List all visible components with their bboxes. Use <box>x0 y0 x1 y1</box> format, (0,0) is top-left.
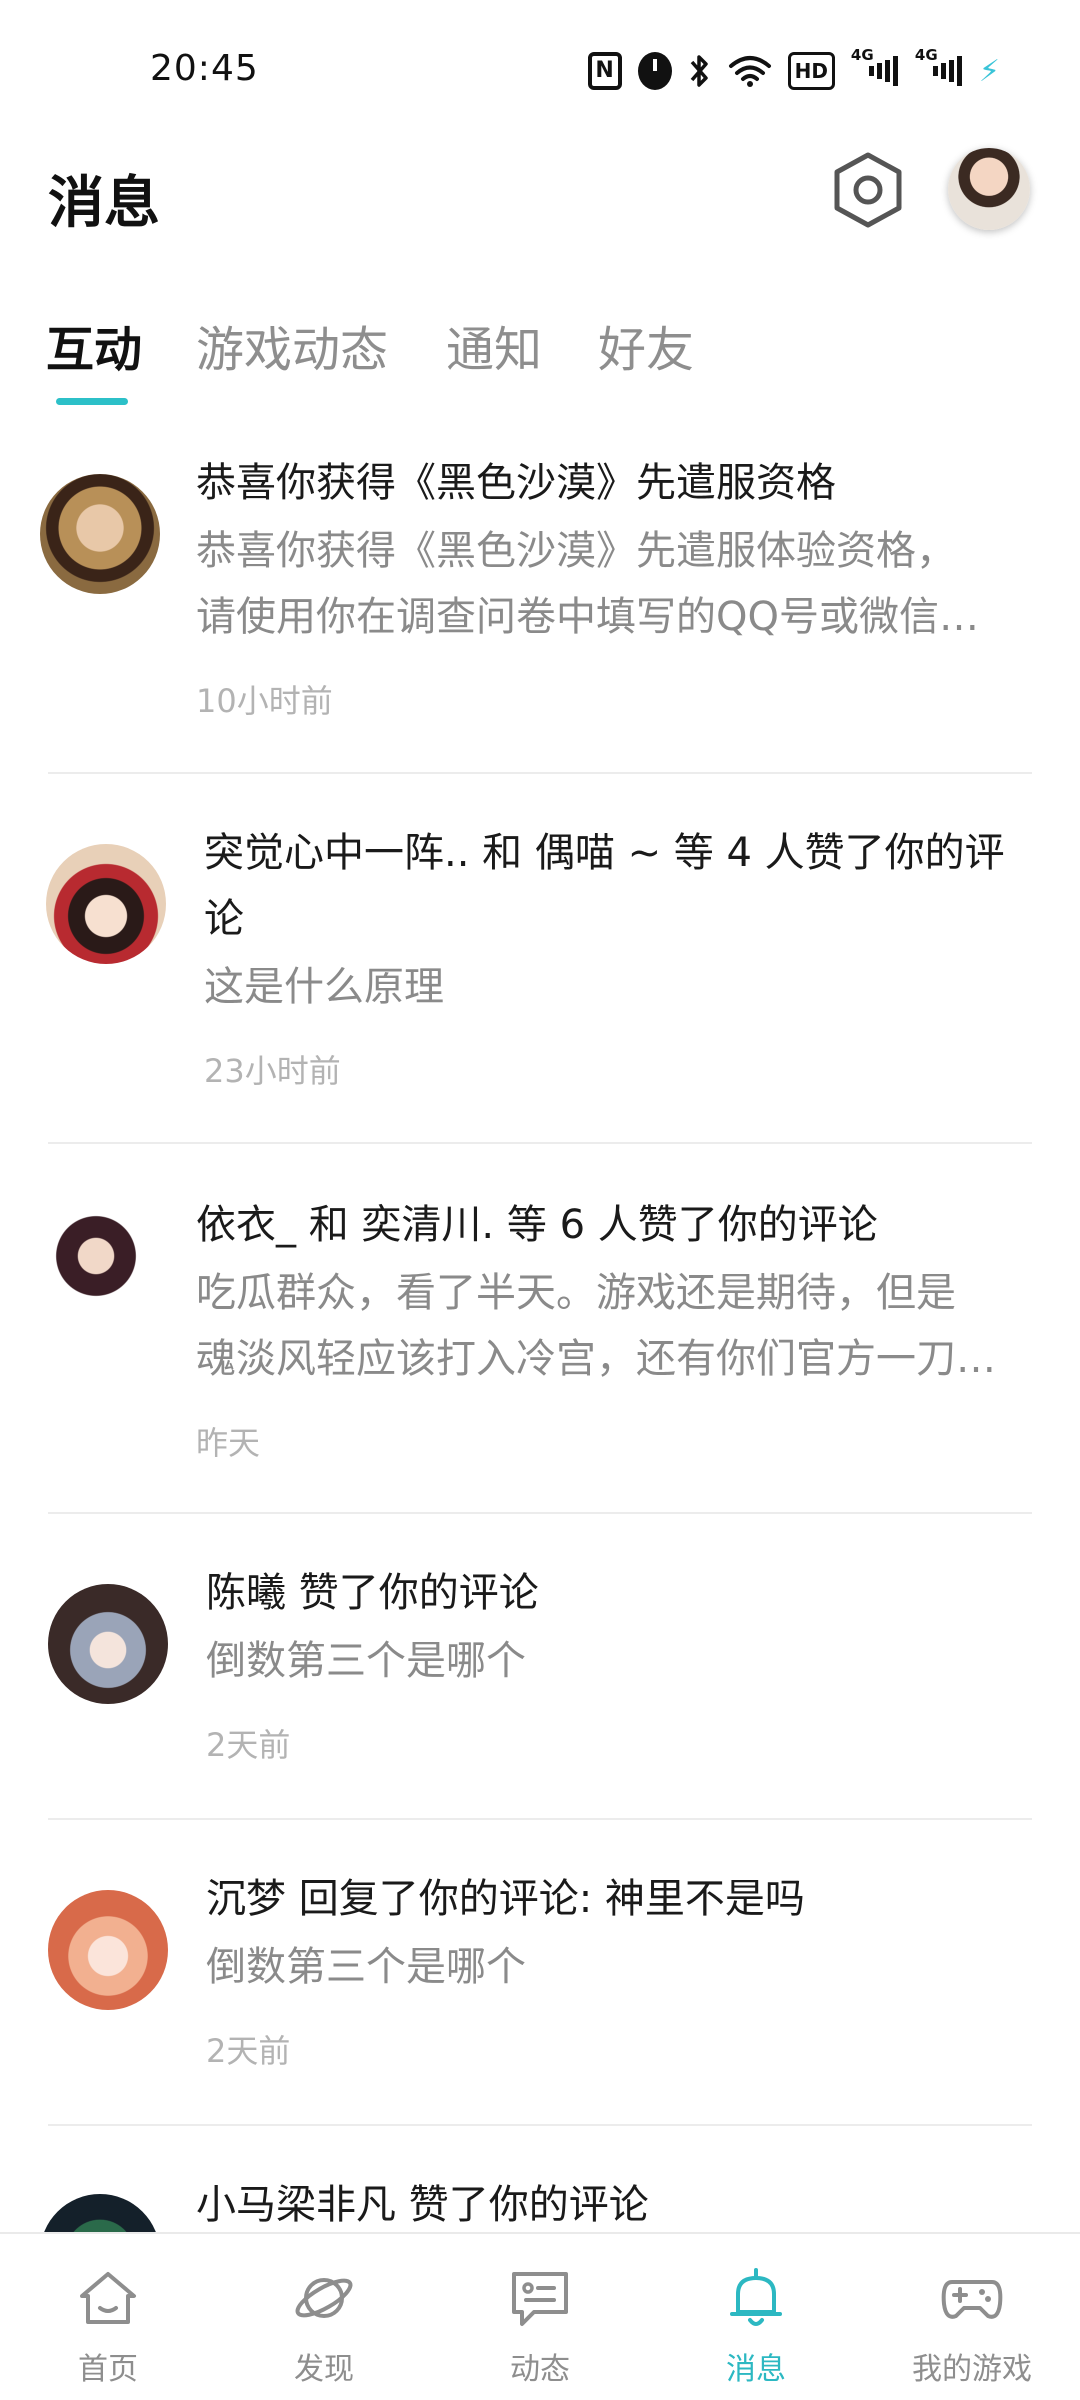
nav-label: 首页 <box>78 2352 138 2387</box>
active-tab-indicator <box>56 398 128 405</box>
gamepad-icon <box>941 2280 1003 2319</box>
chat-icon <box>512 2272 568 2326</box>
message-item[interactable]: 恭喜你获得《黑色沙漠》先遣服资格 恭喜你获得《黑色沙漠》先遣服体验资格， 请使用… <box>0 450 1080 770</box>
message-content: 小马梁非凡 赞了你的评论 <box>196 2172 1032 2238</box>
message-body-line: 魂淡风轻应该打入冷宫，还有你们官方一刀… <box>196 1336 996 1382</box>
message-item[interactable]: 陈曦 赞了你的评论 倒数第三个是哪个 2天前 <box>0 1560 1080 1820</box>
home-icon <box>80 2272 136 2324</box>
message-timestamp: 10小时前 <box>196 682 333 720</box>
nav-label: 动态 <box>510 2352 570 2387</box>
nav-messages[interactable]: 消息 <box>648 2234 864 2400</box>
nav-label: 发现 <box>294 2352 354 2387</box>
message-body: 倒数第三个是哪个 <box>206 1944 526 1990</box>
signal-4g-icon: 4G <box>851 46 899 90</box>
nav-discover[interactable]: 发现 <box>216 2234 432 2400</box>
message-title-line: 突觉心中一阵.. 和 偶喵 ~ 等 4 人赞了你的评 <box>204 830 1005 876</box>
alarm-icon <box>637 52 672 90</box>
message-title: 依衣_ 和 奕清川. 等 6 人赞了你的评论 <box>196 1202 878 1248</box>
message-body: 吃瓜群众，看了半天。游戏还是期待，但是 魂淡风轻应该打入冷宫，还有你们官方一刀… <box>196 1260 1032 1392</box>
message-content: 陈曦 赞了你的评论 倒数第三个是哪个 2天前 <box>206 1560 1032 1766</box>
message-avatar[interactable] <box>48 1584 168 1704</box>
message-body-line: 请使用你在调查问卷中填写的QQ号或微信… <box>196 594 979 640</box>
bluetooth-icon <box>688 52 712 90</box>
divider <box>48 1512 1032 1514</box>
tab-game-news[interactable]: 游戏动态 <box>196 310 388 380</box>
message-item[interactable]: 小马梁非凡 赞了你的评论 <box>0 2172 1080 2314</box>
bottom-navigation: 首页 发现 动态 消息 我的游戏 <box>0 2232 1080 2400</box>
message-content: 沉梦 回复了你的评论: 神里不是吗 倒数第三个是哪个 2天前 <box>206 1866 1032 2072</box>
planet-icon <box>295 2278 353 2318</box>
charging-icon: ⚡ <box>978 53 1000 89</box>
bell-icon <box>730 2268 782 2326</box>
message-content: 恭喜你获得《黑色沙漠》先遣服资格 恭喜你获得《黑色沙漠》先遣服体验资格， 请使用… <box>196 450 1032 722</box>
message-title-line: 论 <box>204 896 244 942</box>
settings-button[interactable] <box>832 150 904 230</box>
nav-feed[interactable]: 动态 <box>432 2234 648 2400</box>
message-content: 依衣_ 和 奕清川. 等 6 人赞了你的评论 吃瓜群众，看了半天。游戏还是期待，… <box>196 1192 1032 1464</box>
signal-4g-icon: 4G <box>915 46 963 90</box>
message-item[interactable]: 突觉心中一阵.. 和 偶喵 ~ 等 4 人赞了你的评 论 这是什么原理 23小时… <box>0 820 1080 1140</box>
status-time: 20:45 <box>150 48 259 89</box>
status-bar: 20:45 N HD 4G 4G ⚡ <box>0 0 1080 140</box>
hexagon-gear-icon <box>834 152 902 228</box>
message-avatar[interactable] <box>48 1890 168 2010</box>
divider <box>48 772 1032 774</box>
nav-label: 我的游戏 <box>912 2352 1032 2387</box>
message-title: 小马梁非凡 赞了你的评论 <box>196 2182 649 2228</box>
page-title: 消息 <box>48 171 160 236</box>
page-header: 消息 <box>0 140 1080 250</box>
user-avatar-button[interactable] <box>948 148 1030 230</box>
message-title: 沉梦 回复了你的评论: 神里不是吗 <box>206 1876 805 1922</box>
nav-label: 消息 <box>726 2352 786 2387</box>
tab-notifications[interactable]: 通知 <box>446 310 542 380</box>
divider <box>48 1818 1032 1820</box>
tab-interaction[interactable]: 互动 <box>46 310 142 380</box>
message-item[interactable]: 沉梦 回复了你的评论: 神里不是吗 倒数第三个是哪个 2天前 <box>0 1866 1080 2126</box>
nfc-icon: N <box>587 52 622 90</box>
message-body: 倒数第三个是哪个 <box>206 1638 526 1684</box>
message-body-line: 吃瓜群众，看了半天。游戏还是期待，但是 <box>196 1270 956 1316</box>
message-timestamp: 2天前 <box>206 2032 291 2070</box>
message-timestamp: 2天前 <box>206 1726 291 1764</box>
message-title: 突觉心中一阵.. 和 偶喵 ~ 等 4 人赞了你的评 论 <box>204 820 1032 952</box>
nav-my-games[interactable]: 我的游戏 <box>864 2234 1080 2400</box>
message-timestamp: 23小时前 <box>204 1052 341 1090</box>
message-avatar[interactable] <box>46 844 166 964</box>
divider <box>48 1142 1032 1144</box>
message-body: 恭喜你获得《黑色沙漠》先遣服体验资格， 请使用你在调查问卷中填写的QQ号或微信… <box>196 518 1032 650</box>
network-type-label: 4G <box>914 46 938 64</box>
message-avatar[interactable] <box>36 1214 156 1334</box>
message-title: 陈曦 赞了你的评论 <box>206 1570 539 1616</box>
nav-home[interactable]: 首页 <box>0 2234 216 2400</box>
hd-icon: HD <box>787 52 835 90</box>
message-title: 恭喜你获得《黑色沙漠》先遣服资格 <box>196 460 836 506</box>
status-icons: N HD 4G 4G ⚡ <box>587 46 1000 90</box>
wifi-icon <box>728 52 772 90</box>
message-tabs: 互动 游戏动态 通知 好友 <box>0 300 1080 410</box>
message-avatar[interactable] <box>40 474 160 594</box>
tab-friends[interactable]: 好友 <box>598 310 694 380</box>
message-content: 突觉心中一阵.. 和 偶喵 ~ 等 4 人赞了你的评 论 这是什么原理 23小时… <box>204 820 1032 1092</box>
message-item[interactable]: 依衣_ 和 奕清川. 等 6 人赞了你的评论 吃瓜群众，看了半天。游戏还是期待，… <box>0 1192 1080 1512</box>
message-body: 这是什么原理 <box>204 964 444 1010</box>
network-type-label: 4G <box>850 46 874 64</box>
divider <box>48 2124 1032 2126</box>
message-timestamp: 昨天 <box>196 1424 261 1462</box>
message-body-line: 恭喜你获得《黑色沙漠》先遣服体验资格， <box>196 528 956 574</box>
